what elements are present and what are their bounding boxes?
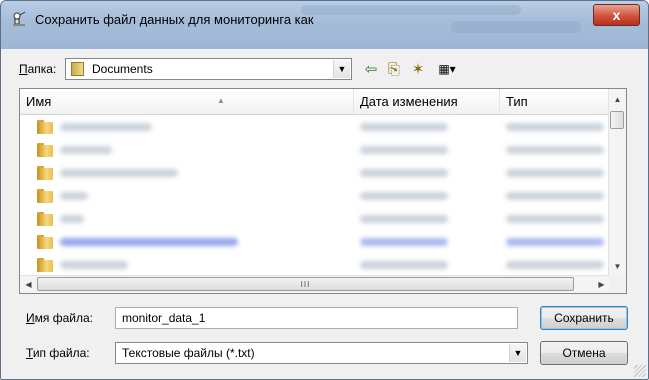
folder-icon [37, 212, 53, 226]
cancel-button[interactable]: Отмена [540, 341, 628, 365]
file-name-redacted [60, 261, 128, 269]
title-bar-glass [451, 21, 581, 33]
list-item[interactable] [20, 231, 610, 254]
sort-ascending-icon: ▲ [217, 96, 225, 105]
file-type-redacted [506, 215, 604, 223]
file-type-redacted [506, 261, 604, 269]
vertical-scrollbar[interactable]: ▲ ▼ [608, 89, 626, 276]
folder-label: Папка: [19, 62, 56, 76]
folder-icon [37, 143, 53, 157]
save-file-dialog: Сохранить файл данных для мониторинга ка… [0, 0, 649, 380]
title-bar-glass [301, 5, 521, 15]
file-date-redacted [360, 146, 448, 154]
vertical-scroll-thumb[interactable] [610, 111, 624, 129]
close-button[interactable]: x [593, 4, 640, 26]
file-name-redacted [60, 123, 152, 131]
list-item[interactable] [20, 162, 610, 185]
file-date-redacted [360, 192, 448, 200]
scroll-left-icon[interactable]: ◀ [20, 276, 37, 293]
column-header-name[interactable]: Имя ▲ [20, 89, 354, 114]
chevron-down-icon[interactable]: ▼ [333, 60, 350, 78]
title-bar[interactable]: Сохранить файл данных для мониторинга ка… [1, 1, 648, 49]
back-button[interactable]: ⇦ [361, 59, 381, 79]
file-date-redacted [360, 123, 448, 131]
folder-icon [37, 258, 53, 272]
folder-icon [37, 189, 53, 203]
dialog-title: Сохранить файл данных для мониторинга ка… [35, 12, 314, 27]
list-item[interactable] [20, 185, 610, 208]
file-type-redacted [506, 238, 604, 246]
list-item[interactable] [20, 254, 610, 277]
folder-label-text: апка: [27, 62, 57, 76]
file-date-redacted [360, 261, 448, 269]
save-button[interactable]: Сохранить [540, 306, 628, 330]
filetype-dropdown[interactable]: Текстовые файлы (*.txt) ▼ [115, 342, 528, 364]
horizontal-scrollbar[interactable]: ◀ III ▶ [20, 275, 610, 293]
file-type-redacted [506, 192, 604, 200]
filetype-label-mnemonic: Т [26, 346, 33, 360]
column-header-name-label: Имя [26, 94, 52, 109]
back-arrow-icon: ⇦ [364, 61, 378, 78]
scroll-up-icon[interactable]: ▲ [609, 89, 626, 109]
filename-input[interactable]: monitor_data_1 [115, 307, 518, 329]
folder-label-mnemonic: П [19, 62, 28, 76]
folder-icon [37, 166, 53, 180]
file-list[interactable]: Имя ▲ Дата изменения Тип ▲ ▼ ◀ III ▶ [19, 88, 627, 294]
column-header-type-label: Тип [506, 94, 528, 109]
file-list-header: Имя ▲ Дата изменения Тип [20, 89, 610, 115]
column-header-date[interactable]: Дата изменения [354, 89, 500, 114]
file-name-redacted [60, 215, 84, 223]
file-name-redacted [60, 238, 238, 246]
up-folder-icon: ⎘ [387, 60, 400, 78]
filetype-label: Тип файла: [26, 346, 90, 360]
file-name-redacted [60, 192, 88, 200]
folder-dropdown-value: Documents [92, 62, 153, 76]
resize-grip-icon[interactable] [634, 365, 646, 377]
list-item[interactable] [20, 208, 610, 231]
view-menu-icon: ▦▾ [438, 62, 456, 76]
chevron-down-icon[interactable]: ▼ [509, 344, 526, 362]
scroll-down-icon[interactable]: ▼ [609, 256, 626, 276]
column-header-type[interactable]: Тип [500, 89, 610, 114]
file-date-redacted [360, 238, 448, 246]
filename-label-text: мя файла: [34, 311, 93, 325]
file-name-redacted [60, 169, 178, 177]
scrollbar-corner [609, 276, 626, 293]
filetype-label-text: ип файла: [32, 346, 90, 360]
file-type-redacted [506, 169, 604, 177]
file-type-redacted [506, 123, 604, 131]
list-item[interactable] [20, 116, 610, 139]
column-header-date-label: Дата изменения [360, 94, 458, 109]
file-name-redacted [60, 146, 112, 154]
folder-icon [37, 235, 53, 249]
file-type-redacted [506, 146, 604, 154]
filetype-dropdown-value: Текстовые файлы (*.txt) [122, 346, 255, 360]
filename-label: Имя файла: [26, 311, 93, 325]
horizontal-scroll-thumb[interactable]: III [37, 277, 574, 291]
documents-folder-icon [71, 62, 84, 76]
file-date-redacted [360, 215, 448, 223]
filename-label-mnemonic: И [26, 311, 35, 325]
dialog-app-icon [13, 11, 26, 26]
scroll-right-icon[interactable]: ▶ [593, 276, 610, 293]
dialog-body: Папка: Documents ▼ ⇦ ⎘ ✶ ▦▾ Имя ▲ Дата и… [8, 49, 641, 371]
folder-dropdown[interactable]: Documents ▼ [65, 58, 352, 80]
new-folder-icon: ✶ [411, 61, 425, 78]
up-folder-button[interactable]: ⎘ [384, 59, 404, 79]
view-menu-button[interactable]: ▦▾ [432, 59, 462, 79]
folder-icon [37, 120, 53, 134]
file-date-redacted [360, 169, 448, 177]
list-item[interactable] [20, 139, 610, 162]
new-folder-button[interactable]: ✶ [408, 59, 428, 79]
scroll-grip-icon: III [300, 279, 311, 289]
close-icon: x [612, 7, 621, 23]
